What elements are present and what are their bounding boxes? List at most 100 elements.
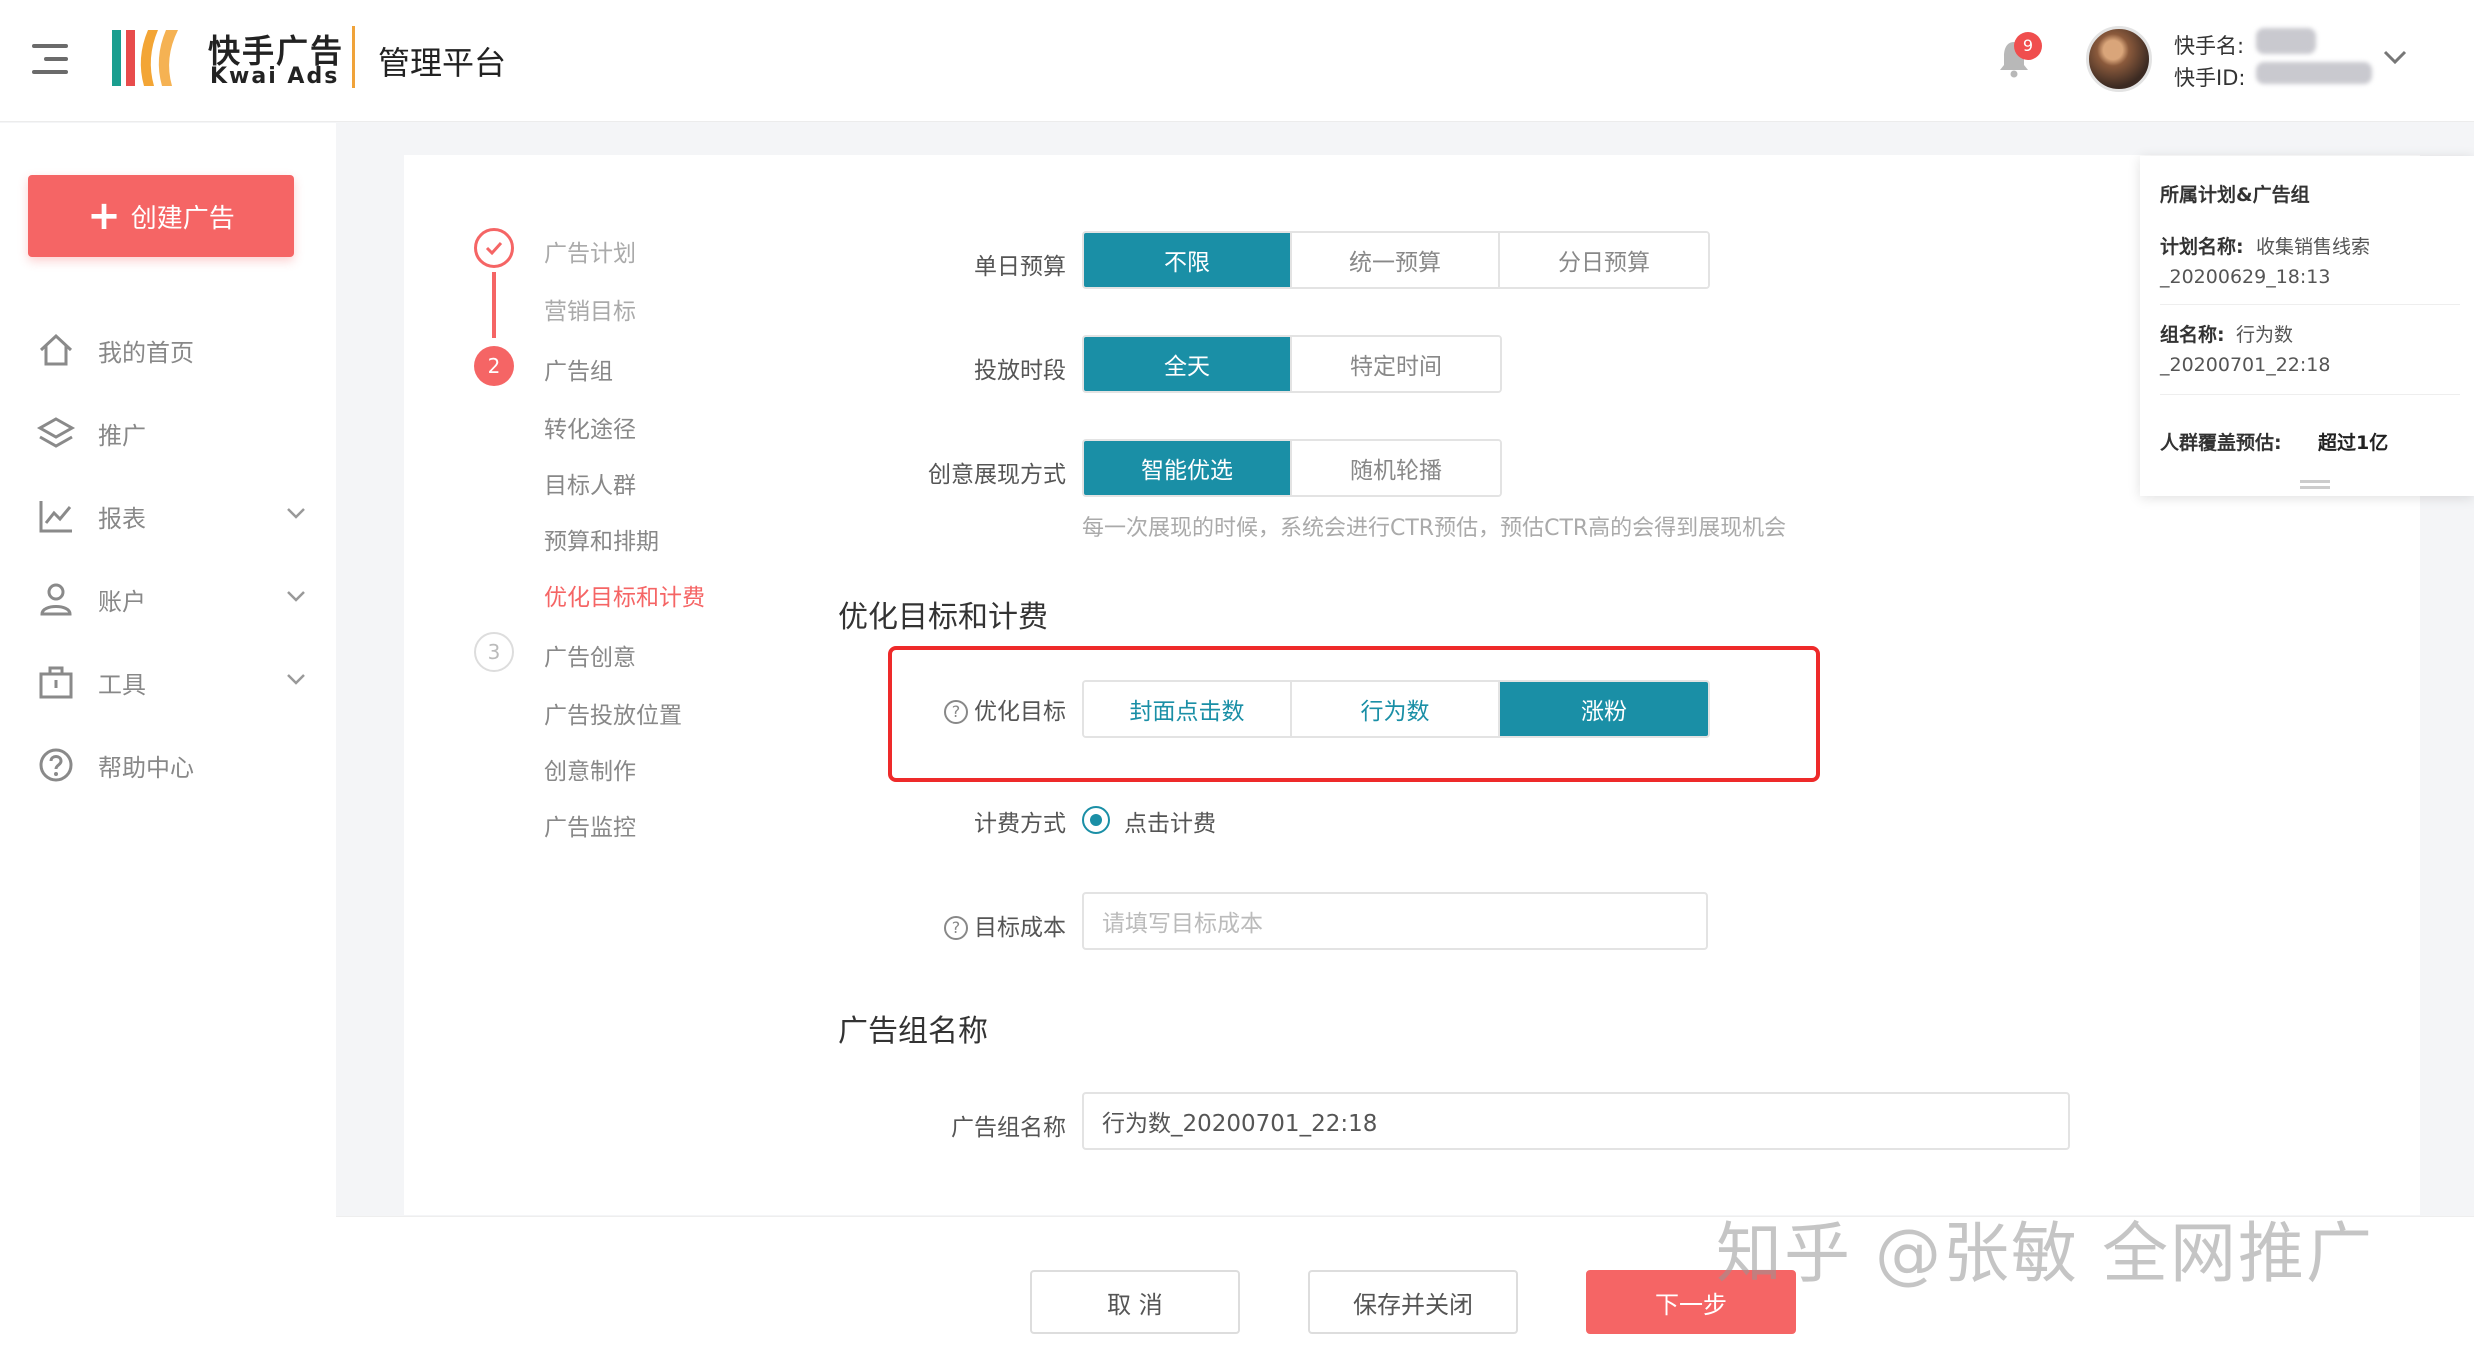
- platform-name: 管理平台: [378, 44, 507, 82]
- group-name-info-label: 组名称:: [2160, 324, 2225, 346]
- step-budget-schedule[interactable]: 预算和排期: [544, 522, 659, 556]
- creative-display-label: 创意展现方式: [928, 462, 1066, 488]
- budget-option-unified[interactable]: 统一预算: [1292, 233, 1500, 287]
- goal-option-followers[interactable]: 涨粉: [1500, 682, 1708, 736]
- group-name-info-value: 行为数: [2236, 324, 2294, 346]
- sidebar-item-account[interactable]: 账户: [36, 574, 306, 624]
- top-header: 快手广告 Kwai Ads 管理平台 9 快手名: 快手ID:: [0, 0, 2474, 122]
- step-placement[interactable]: 广告投放位置: [544, 696, 682, 730]
- step-number-badge: 2: [474, 346, 514, 386]
- budget-option-per-day[interactable]: 分日预算: [1500, 233, 1708, 287]
- budget-option-unlimited[interactable]: 不限: [1084, 233, 1292, 287]
- cancel-button[interactable]: 取 消: [1030, 1270, 1240, 1334]
- chevron-down-icon: [287, 674, 305, 685]
- info-panel: 所属计划&广告组 计划名称: 收集销售线索 _20200629_18:13 组名…: [2140, 156, 2474, 496]
- plan-name-label: 计划名称:: [2160, 236, 2244, 258]
- divider: [2160, 394, 2460, 395]
- time-option-all-day[interactable]: 全天: [1084, 337, 1292, 391]
- audience-estimate-value: 超过1亿: [2318, 432, 2389, 454]
- layers-icon: [36, 417, 76, 448]
- plan-name-value-date: _20200629_18:13: [2160, 266, 2331, 288]
- step-ad-group[interactable]: 广告组: [544, 352, 613, 386]
- creative-option-smart[interactable]: 智能优选: [1084, 441, 1292, 495]
- notification-badge: 9: [2014, 32, 2042, 60]
- delivery-time-label: 投放时段: [974, 358, 1066, 384]
- group-name-label: 广告组名称: [951, 1115, 1066, 1141]
- question-icon[interactable]: ?: [944, 700, 968, 724]
- create-ad-button[interactable]: + 创建广告: [28, 175, 294, 257]
- target-cost-input[interactable]: 请填写目标成本: [1082, 892, 1708, 950]
- step-target-audience[interactable]: 目标人群: [544, 466, 636, 500]
- user-icon: [40, 583, 72, 616]
- group-name-info-date: _20200701_22:18: [2160, 354, 2331, 376]
- daily-budget-label: 单日预算: [974, 254, 1066, 280]
- divider: [2160, 304, 2460, 305]
- optimize-goal-selector: 封面点击数 行为数 涨粉: [1082, 680, 1710, 738]
- chevron-down-icon: [287, 591, 305, 602]
- sidebar-item-label: 帮助中心: [98, 753, 194, 782]
- logo-subtext: Kwai Ads: [210, 64, 340, 89]
- step-complete-check-icon: [474, 228, 514, 268]
- user-id-label: 快手ID:: [2174, 66, 2246, 90]
- sidebar-item-promote[interactable]: 推广: [36, 408, 306, 458]
- question-icon[interactable]: ?: [944, 916, 968, 940]
- sidebar-item-label: 账户: [98, 587, 146, 616]
- audience-estimate-label: 人群覆盖预估:: [2160, 432, 2282, 454]
- billing-radio-label[interactable]: 点击计费: [1124, 804, 1216, 838]
- target-cost-text: 目标成本: [974, 915, 1066, 941]
- billing-radio[interactable]: [1082, 806, 1110, 834]
- logo-divider: [352, 26, 355, 88]
- menu-toggle-icon[interactable]: [32, 44, 68, 74]
- watermark: 知乎 @张敏 全网推广: [1716, 1215, 2374, 1292]
- sidebar-item-tools[interactable]: 工具: [36, 657, 306, 707]
- chevron-down-icon: [287, 508, 305, 519]
- delivery-time-selector: 全天 特定时间: [1082, 335, 1502, 393]
- step-number-badge: 3: [474, 632, 514, 672]
- toolbox-icon: [39, 666, 73, 699]
- kwai-ads-logo-icon: [112, 30, 178, 86]
- sidebar-item-help[interactable]: 帮助中心: [36, 740, 306, 790]
- step-connector: [492, 272, 496, 338]
- goal-option-actions[interactable]: 行为数: [1292, 682, 1500, 736]
- plan-name-value: 收集销售线索: [2256, 236, 2371, 258]
- step-conversion-path[interactable]: 转化途径: [544, 410, 636, 444]
- creative-hint: 每一次展现的时候，系统会进行CTR预估，预估CTR高的会得到展现机会: [1082, 516, 1787, 541]
- sidebar-item-label: 工具: [98, 670, 146, 699]
- creative-display-selector: 智能优选 随机轮播: [1082, 439, 1502, 497]
- goal-option-cover-clicks[interactable]: 封面点击数: [1084, 682, 1292, 736]
- step-ad-plan[interactable]: 广告计划: [544, 234, 636, 268]
- step-ad-creative[interactable]: 广告创意: [544, 638, 636, 672]
- optimize-goal-label: ? 优化目标: [900, 692, 1066, 726]
- avatar[interactable]: [2086, 26, 2152, 92]
- user-id-redacted: [2256, 62, 2372, 84]
- user-name-redacted: [2256, 28, 2316, 54]
- home-icon: [39, 333, 73, 366]
- optimize-goal-text: 优化目标: [974, 699, 1066, 725]
- section-title-group-name: 广告组名称: [838, 1014, 988, 1049]
- user-name-label: 快手名:: [2174, 34, 2245, 58]
- step-ad-monitoring[interactable]: 广告监控: [544, 808, 636, 842]
- sidebar-item-label: 报表: [98, 504, 146, 533]
- chart-icon: [39, 501, 72, 533]
- chevron-down-icon[interactable]: [2382, 48, 2408, 66]
- section-title-optimize: 优化目标和计费: [838, 600, 1048, 635]
- help-icon: [39, 748, 73, 782]
- time-option-specific[interactable]: 特定时间: [1292, 337, 1500, 391]
- save-close-button[interactable]: 保存并关闭: [1308, 1270, 1518, 1334]
- billing-method-label: 计费方式: [974, 811, 1066, 837]
- sidebar-item-reports[interactable]: 报表: [36, 491, 306, 541]
- info-panel-title: 所属计划&广告组: [2160, 184, 2310, 206]
- daily-budget-selector: 不限 统一预算 分日预算: [1082, 231, 1710, 289]
- drag-handle[interactable]: [2300, 486, 2330, 489]
- group-name-input[interactable]: 行为数_20200701_22:18: [1082, 1092, 2070, 1150]
- plus-icon: +: [87, 193, 121, 239]
- target-cost-label: ? 目标成本: [900, 908, 1066, 942]
- step-optimize-billing[interactable]: 优化目标和计费: [544, 578, 705, 612]
- step-marketing-goal[interactable]: 营销目标: [544, 292, 636, 326]
- creative-option-random[interactable]: 随机轮播: [1292, 441, 1500, 495]
- sidebar-item-home[interactable]: 我的首页: [36, 325, 306, 375]
- sidebar: + 创建广告 我的首页 推广 报表 账户 工具 帮助中心: [0, 123, 336, 1348]
- create-ad-label: 创建广告: [130, 203, 235, 234]
- drag-handle[interactable]: [2300, 480, 2330, 483]
- step-creative-production[interactable]: 创意制作: [544, 752, 636, 786]
